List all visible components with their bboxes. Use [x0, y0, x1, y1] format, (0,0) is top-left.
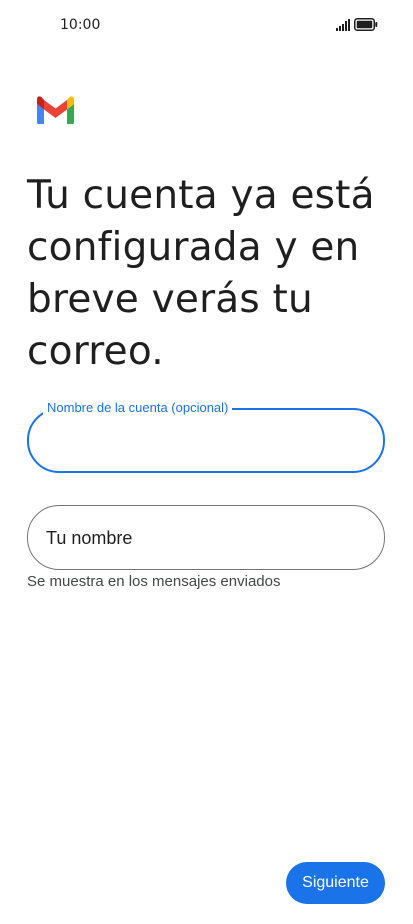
status-bar: 10:00 — [0, 0, 413, 50]
account-name-input[interactable] — [47, 410, 367, 471]
gmail-logo — [37, 96, 74, 124]
your-name-input[interactable] — [46, 506, 366, 569]
battery-icon — [354, 18, 378, 31]
status-time: 10:00 — [60, 17, 101, 33]
account-name-field[interactable]: Nombre de la cuenta (opcional) — [27, 400, 385, 473]
signal-icon — [336, 19, 350, 31]
your-name-field[interactable]: Tu nombre — [27, 505, 385, 570]
next-button[interactable]: Siguiente — [286, 862, 385, 904]
your-name-helper-text: Se muestra en los mensajes enviados — [27, 573, 281, 590]
page-title: Tu cuenta ya está configurada y en breve… — [27, 173, 375, 374]
